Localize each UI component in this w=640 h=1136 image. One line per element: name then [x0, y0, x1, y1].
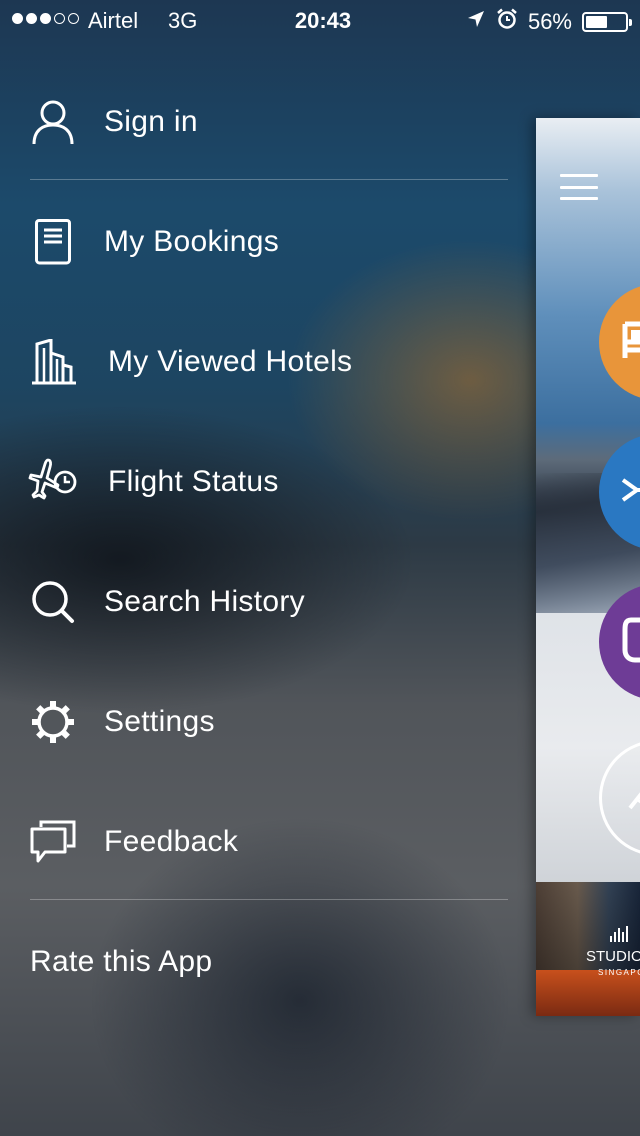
menu-item-label: Feedback [104, 825, 239, 858]
plane-clock-icon [28, 457, 78, 507]
hamburger-bar [560, 185, 598, 189]
menu-item-label: Sign in [104, 105, 198, 138]
hamburger-bar [560, 174, 598, 177]
menu-item-label: Rate this App [30, 945, 213, 978]
hotel-category-button[interactable] [599, 284, 640, 400]
menu-item-feedback[interactable]: Feedback [0, 782, 536, 902]
menu-item-my-viewed-hotels[interactable]: My Viewed Hotels [0, 302, 536, 422]
gear-icon [28, 697, 78, 747]
hamburger-bar [560, 197, 598, 200]
menu-item-search-history[interactable]: Search History [0, 542, 536, 662]
menu-divider [30, 899, 508, 900]
menu-item-label: My Viewed Hotels [108, 345, 353, 378]
menu-divider [30, 179, 508, 180]
hotel-bed-icon [621, 318, 640, 367]
studio-logo-icon [610, 926, 628, 942]
trains-icon [624, 774, 640, 823]
menu-item-my-bookings[interactable]: My Bookings [0, 182, 536, 302]
menu-item-rate-this-app[interactable]: Rate this App [0, 902, 536, 1022]
menu-item-label: Settings [104, 705, 215, 738]
search-icon [28, 577, 78, 627]
chat-bubbles-icon [28, 817, 78, 867]
menu-item-label: Flight Status [108, 465, 279, 498]
main-screen-preview[interactable]: STUDIO SINGAPORE [536, 118, 640, 1016]
menu-item-settings[interactable]: Settings [0, 662, 536, 782]
battery-percentage: 56% [527, 9, 572, 34]
menu-item-sign-in[interactable]: Sign in [0, 62, 536, 182]
promo-tile[interactable]: STUDIO SINGAPORE [536, 882, 640, 1016]
location-arrow-icon [466, 9, 486, 35]
promo-subtitle: SINGAPORE [598, 968, 640, 977]
user-icon [28, 97, 78, 147]
menu-item-label: Search History [104, 585, 305, 618]
building-icon [30, 337, 78, 387]
document-icon [28, 217, 78, 267]
flight-icon [621, 468, 640, 517]
alarm-clock-icon [496, 8, 518, 36]
hamburger-menu-icon[interactable] [560, 174, 598, 200]
promo-title: STUDIO [586, 948, 640, 965]
deals-icon [621, 616, 640, 669]
battery-level-fill [586, 16, 608, 28]
status-icons: 56% [466, 8, 632, 36]
battery-icon [582, 12, 632, 32]
side-menu: Sign in My Bookings My Viewed Hotels Fli… [0, 62, 536, 1022]
menu-item-flight-status[interactable]: Flight Status [0, 422, 536, 542]
status-bar: Airtel 3G 20:43 56% [0, 0, 640, 40]
menu-item-label: My Bookings [104, 225, 280, 258]
